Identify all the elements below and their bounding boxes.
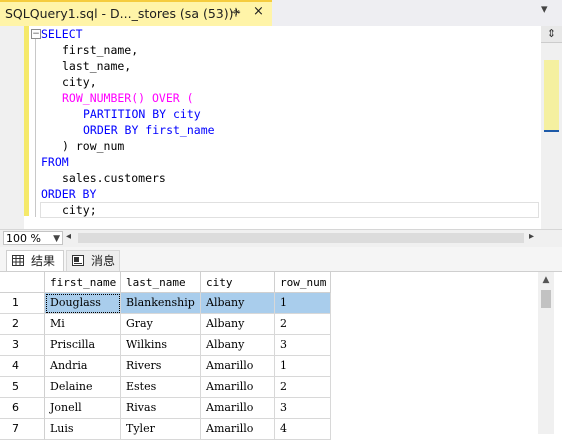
editor-scroll-thumb[interactable] xyxy=(544,60,559,130)
cell-last-name[interactable]: Wilkins xyxy=(121,335,201,356)
code-line-11: ORDER BY xyxy=(41,187,97,201)
column-header-row-num[interactable]: row_num xyxy=(275,272,331,293)
messages-icon xyxy=(72,255,84,266)
row-header[interactable]: 5 xyxy=(0,377,45,398)
results-grid[interactable]: first_name last_name city row_num 1 Dougl… xyxy=(0,272,540,440)
cell-city[interactable]: Albany xyxy=(201,314,275,335)
code-line-7: ORDER BY first_name xyxy=(83,123,215,137)
code-line-5: ROW_NUMBER() OVER ( xyxy=(62,91,194,105)
cell-city[interactable]: Amarillo xyxy=(201,419,275,440)
row-header[interactable]: 1 xyxy=(0,293,45,314)
cell-last-name[interactable]: Blankenship xyxy=(121,293,201,314)
tab-messages[interactable]: 消息 xyxy=(66,250,120,271)
scroll-up-icon[interactable]: ▲ xyxy=(538,275,554,285)
collapse-icon[interactable]: − xyxy=(31,29,41,39)
document-tab-title[interactable]: SQLQuery1.sql - D..._stores (sa (53))* xyxy=(5,6,240,21)
split-icon[interactable]: ⇕ xyxy=(541,26,562,43)
cell-city[interactable]: Amarillo xyxy=(201,398,275,419)
code-line-9: FROM xyxy=(41,155,69,169)
grid-corner[interactable] xyxy=(0,272,45,293)
cell-first-name[interactable]: Priscilla xyxy=(45,335,121,356)
query-editor[interactable]: − SELECT first_name, last_name, city, RO… xyxy=(0,26,562,229)
cell-city[interactable]: Albany xyxy=(201,293,275,314)
tab-overflow-icon[interactable]: ▾ xyxy=(541,2,548,17)
row-header[interactable]: 2 xyxy=(0,314,45,335)
row-header[interactable]: 7 xyxy=(0,419,45,440)
horizontal-scroll-thumb[interactable] xyxy=(78,233,524,243)
cell-row-num[interactable]: 1 xyxy=(275,293,331,314)
cell-first-name[interactable]: Douglass xyxy=(45,293,121,314)
tab-messages-label: 消息 xyxy=(91,254,116,268)
code-line-8: ) row_num xyxy=(62,139,125,153)
outline-line xyxy=(35,39,36,217)
column-header-first-name[interactable]: first_name xyxy=(45,272,121,293)
chevron-down-icon[interactable]: ▼ xyxy=(53,232,60,246)
cell-row-num[interactable]: 2 xyxy=(275,314,331,335)
code-line-10: sales.customers xyxy=(62,171,166,185)
cell-row-num[interactable]: 3 xyxy=(275,398,331,419)
code-line-3: last_name, xyxy=(62,59,132,73)
column-header-city[interactable]: city xyxy=(201,272,275,293)
cell-city[interactable]: Albany xyxy=(201,335,275,356)
close-icon[interactable]: × xyxy=(253,4,264,19)
editor-gutter xyxy=(0,26,24,229)
cell-city[interactable]: Amarillo xyxy=(201,356,275,377)
row-header[interactable]: 4 xyxy=(0,356,45,377)
document-tab-strip: SQLQuery1.sql - D..._stores (sa (53))* ⊹… xyxy=(0,0,562,26)
caret-position-marker xyxy=(544,130,559,132)
zoom-bar: 100 % ▼ ◂ ▸ xyxy=(0,229,562,247)
scroll-left-icon[interactable]: ◂ xyxy=(66,231,71,242)
code-line-1: SELECT xyxy=(41,27,83,41)
editor-vertical-scrollbar[interactable]: ⇕ xyxy=(541,26,562,229)
cell-last-name[interactable]: Estes xyxy=(121,377,201,398)
cell-row-num[interactable]: 1 xyxy=(275,356,331,377)
code-line-4: city, xyxy=(62,75,97,89)
cell-last-name[interactable]: Tyler xyxy=(121,419,201,440)
grid-scroll-thumb[interactable] xyxy=(541,290,551,308)
cell-first-name[interactable]: Andria xyxy=(45,356,121,377)
results-tab-strip: 结果 消息 xyxy=(0,247,562,272)
grid-vertical-scrollbar[interactable]: ▲ xyxy=(538,272,554,434)
document-tab[interactable]: SQLQuery1.sql - D..._stores (sa (53))* ⊹… xyxy=(0,0,272,26)
row-header[interactable]: 6 xyxy=(0,398,45,419)
code-line-2: first_name, xyxy=(62,43,139,57)
cell-row-num[interactable]: 3 xyxy=(275,335,331,356)
scroll-right-icon[interactable]: ▸ xyxy=(529,231,534,242)
pin-icon[interactable]: ⊹ xyxy=(231,5,241,19)
cell-last-name[interactable]: Rivers xyxy=(121,356,201,377)
cell-first-name[interactable]: Jonell xyxy=(45,398,121,419)
cell-first-name[interactable]: Delaine xyxy=(45,377,121,398)
cell-first-name[interactable]: Mi xyxy=(45,314,121,335)
tab-results-label: 结果 xyxy=(31,254,56,268)
grid-icon xyxy=(12,255,24,266)
cell-row-num[interactable]: 2 xyxy=(275,377,331,398)
cell-city[interactable]: Amarillo xyxy=(201,377,275,398)
zoom-select[interactable]: 100 % ▼ xyxy=(3,231,63,245)
code-line-6: PARTITION BY city xyxy=(83,107,201,121)
tab-results[interactable]: 结果 xyxy=(6,250,64,271)
cell-row-num[interactable]: 4 xyxy=(275,419,331,440)
zoom-value: 100 % xyxy=(6,232,41,245)
cell-last-name[interactable]: Rivas xyxy=(121,398,201,419)
cell-first-name[interactable]: Luis xyxy=(45,419,121,440)
code-line-12: city; xyxy=(62,203,97,217)
cell-last-name[interactable]: Gray xyxy=(121,314,201,335)
change-tracking-bar xyxy=(24,26,29,216)
column-header-last-name[interactable]: last_name xyxy=(121,272,201,293)
current-line-highlight xyxy=(40,202,539,218)
row-header[interactable]: 3 xyxy=(0,335,45,356)
